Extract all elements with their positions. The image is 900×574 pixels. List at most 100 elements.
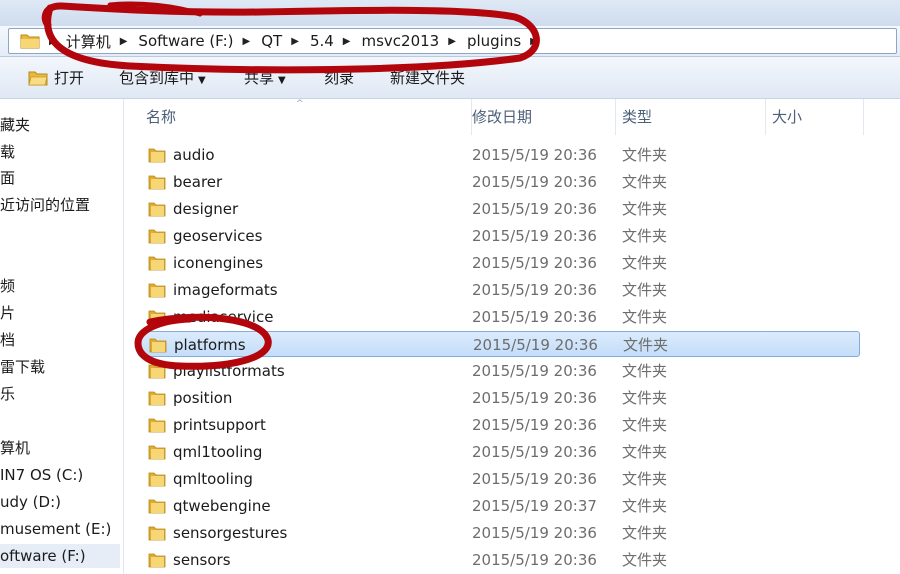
nav-item[interactable]: 近访问的位置 (0, 193, 120, 217)
file-row[interactable]: qmltooling 2015/5/19 20:36 文件夹 (138, 466, 860, 492)
file-row[interactable]: geoservices 2015/5/19 20:36 文件夹 (138, 223, 860, 249)
include-in-library-button[interactable]: 包含到库中 ▼ (119, 67, 206, 88)
file-name: mediaservice (173, 308, 274, 326)
open-button[interactable]: 打开 (54, 67, 84, 88)
file-row[interactable]: sensors 2015/5/19 20:36 文件夹 (138, 547, 860, 573)
caret-down-icon: ▼ (278, 75, 286, 86)
burn-button[interactable]: 刻录 (324, 67, 354, 88)
nav-item[interactable]: 频 (0, 274, 120, 298)
file-type: 文件夹 (623, 336, 669, 354)
window-title-bar (0, 0, 900, 26)
file-type: 文件夹 (622, 389, 668, 407)
file-type: 文件夹 (622, 443, 668, 461)
file-type: 文件夹 (622, 524, 668, 542)
chevron-right-icon[interactable]: ▶ (118, 36, 130, 47)
file-row[interactable]: mediaservice 2015/5/19 20:36 文件夹 (138, 304, 860, 330)
file-name: iconengines (173, 254, 264, 272)
folder-icon (148, 148, 166, 163)
file-type: 文件夹 (622, 497, 668, 515)
navigation-pane: 藏夹载面近访问的位置频片档雷下载乐算机 IN7 OS (C:) udy (D:) mu… (0, 99, 124, 574)
file-type: 文件夹 (622, 254, 668, 272)
file-type: 文件夹 (622, 173, 668, 191)
breadcrumb-label: 计算机 (65, 32, 111, 51)
file-modified-date: 2015/5/19 20:37 (472, 497, 597, 515)
nav-item[interactable]: 载 (0, 140, 120, 164)
file-name: sensors (173, 551, 231, 569)
breadcrumb-item[interactable]: QT ▶ (254, 32, 301, 50)
nav-item[interactable]: IN7 OS (C:) (0, 463, 120, 487)
address-bar-area: ▶ 计算机 ▶ Software (F:) ▶ QT ▶ 5.4 ▶ msvc2013 ▶ plug… (0, 26, 900, 57)
file-row[interactable]: platforms 2015/5/19 20:36 文件夹 (138, 331, 860, 357)
file-type: 文件夹 (622, 416, 668, 434)
file-name: qtwebengine (173, 497, 271, 515)
nav-item[interactable]: 档 (0, 328, 120, 352)
nav-item[interactable]: 乐 (0, 382, 120, 406)
file-type: 文件夹 (622, 200, 668, 218)
breadcrumb-item[interactable]: plugins ▶ (460, 32, 540, 50)
column-header-type[interactable]: 类型 (616, 99, 766, 135)
file-modified-date: 2015/5/19 20:36 (472, 389, 597, 407)
file-modified-date: 2015/5/19 20:36 (472, 173, 597, 191)
chevron-right-icon[interactable]: ▶ (241, 36, 253, 47)
new-folder-button[interactable]: 新建文件夹 (390, 67, 465, 88)
file-row[interactable]: iconengines 2015/5/19 20:36 文件夹 (138, 250, 860, 276)
nav-item[interactable]: 算机 (0, 436, 120, 460)
file-type: 文件夹 (622, 308, 668, 326)
file-row[interactable]: bearer 2015/5/19 20:36 文件夹 (138, 169, 860, 195)
file-row[interactable]: designer 2015/5/19 20:36 文件夹 (138, 196, 860, 222)
file-name: designer (173, 200, 239, 218)
breadcrumb-item[interactable]: msvc2013 ▶ (355, 32, 458, 50)
file-row[interactable]: qtwebengine 2015/5/19 20:37 文件夹 (138, 493, 860, 519)
file-name: position (173, 389, 233, 407)
share-button[interactable]: 共享 ▼ (244, 67, 286, 88)
nav-item[interactable]: oftware (F:) (0, 544, 120, 568)
nav-item[interactable]: udy (D:) (0, 490, 120, 514)
file-row[interactable]: playlistformats 2015/5/19 20:36 文件夹 (138, 358, 860, 384)
breadcrumb-item[interactable]: 计算机 ▶ (59, 31, 130, 52)
chevron-right-icon[interactable]: ▶ (289, 36, 301, 47)
file-row[interactable]: printsupport 2015/5/19 20:36 文件夹 (138, 412, 860, 438)
file-row[interactable]: sensorgestures 2015/5/19 20:36 文件夹 (138, 520, 860, 546)
breadcrumb-label: plugins (466, 32, 522, 50)
folder-icon (148, 175, 166, 190)
file-name: imageformats (173, 281, 278, 299)
file-modified-date: 2015/5/19 20:36 (473, 336, 598, 354)
nav-item[interactable]: musement (E:) (0, 517, 120, 541)
chevron-right-icon[interactable]: ▶ (47, 36, 59, 47)
file-row[interactable]: imageformats 2015/5/19 20:36 文件夹 (138, 277, 860, 303)
file-modified-date: 2015/5/19 20:36 (472, 281, 597, 299)
file-name: qmltooling (173, 470, 253, 488)
breadcrumb-label: QT (261, 32, 283, 50)
file-modified-date: 2015/5/19 20:36 (472, 551, 597, 569)
file-modified-date: 2015/5/19 20:36 (472, 254, 597, 272)
breadcrumb-item[interactable]: 5.4 ▶ (303, 32, 353, 50)
file-modified-date: 2015/5/19 20:36 (472, 308, 597, 326)
nav-item[interactable]: 面 (0, 166, 120, 190)
file-row[interactable]: position 2015/5/19 20:36 文件夹 (138, 385, 860, 411)
breadcrumb-label: Software (F:) (138, 32, 234, 50)
file-row[interactable]: audio 2015/5/19 20:36 文件夹 (138, 142, 860, 168)
chevron-right-icon[interactable]: ▶ (528, 36, 540, 47)
chevron-right-icon[interactable]: ▶ (446, 36, 458, 47)
folder-icon (148, 256, 166, 271)
nav-item[interactable]: 雷下载 (0, 355, 120, 379)
file-modified-date: 2015/5/19 20:36 (472, 443, 597, 461)
address-bar[interactable]: ▶ 计算机 ▶ Software (F:) ▶ QT ▶ 5.4 ▶ msvc2013 ▶ plug… (8, 28, 897, 54)
file-row[interactable]: qml1tooling 2015/5/19 20:36 文件夹 (138, 439, 860, 465)
column-header-date[interactable]: 修改日期 (466, 99, 616, 135)
file-name: bearer (173, 173, 223, 191)
column-header-size[interactable]: 大小 (766, 99, 864, 135)
nav-item[interactable]: 藏夹 (0, 113, 120, 137)
chevron-right-icon[interactable]: ▶ (341, 36, 353, 47)
folder-icon (148, 202, 166, 217)
file-name: geoservices (173, 227, 263, 245)
breadcrumb-label: msvc2013 (361, 32, 440, 50)
include-in-library-label: 包含到库中 (119, 69, 195, 87)
breadcrumb-label: 5.4 (309, 32, 334, 50)
caret-down-icon: ▼ (198, 75, 206, 86)
folder-icon (148, 418, 166, 433)
nav-item[interactable]: 片 (0, 301, 120, 325)
column-header-name[interactable]: 名称 (140, 99, 472, 135)
folder-icon (149, 338, 167, 353)
breadcrumb-item[interactable]: Software (F:) ▶ (131, 32, 252, 50)
